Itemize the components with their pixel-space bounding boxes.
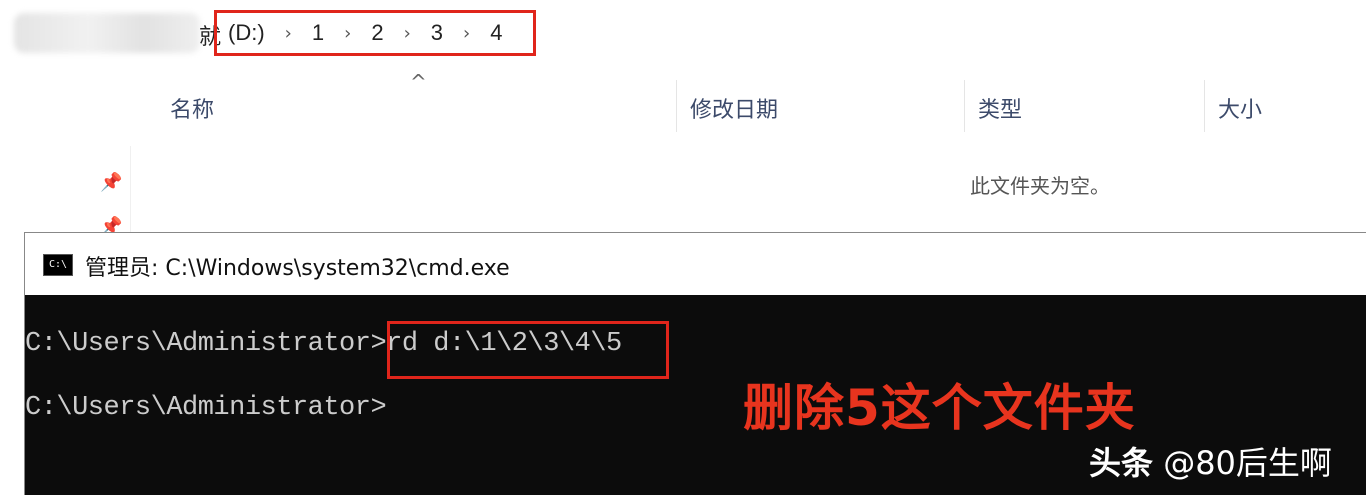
column-header-name[interactable]: 名称 (170, 92, 214, 124)
sort-up-icon: ^ (410, 70, 427, 94)
column-header-size[interactable]: 大小 (1218, 92, 1262, 124)
console-prompt: C:\Users\Administrator> (25, 393, 387, 423)
blurred-path-segment (14, 13, 200, 53)
column-divider[interactable] (964, 80, 965, 132)
column-divider[interactable] (676, 80, 677, 132)
cmd-window[interactable]: C:\ 管理员: C:\Windows\system32\cmd.exe C:\… (24, 232, 1366, 495)
cmd-title-bar[interactable]: C:\ 管理员: C:\Windows\system32\cmd.exe (25, 233, 1366, 295)
address-bar[interactable]: 就 (D:) › 1 › 2 › 3 › 4 (0, 0, 1366, 67)
watermark-handle: @80后生啊 (1163, 444, 1332, 482)
pin-icon[interactable]: 📌 (100, 172, 122, 193)
empty-folder-message: 此文件夹为空。 (970, 174, 1110, 198)
cmd-title: 管理员: C:\Windows\system32\cmd.exe (85, 256, 510, 281)
navigation-pane: 📌 📌 (0, 66, 131, 237)
column-header-type[interactable]: 类型 (978, 92, 1022, 124)
watermark: 头条 @80后生啊 (1089, 438, 1332, 484)
column-divider[interactable] (1204, 80, 1205, 132)
annotation-text: 删除5这个文件夹 (743, 379, 1136, 437)
watermark-brand: 头条 (1089, 444, 1154, 482)
console-line-2: C:\Users\Administrator> (25, 393, 387, 423)
highlight-box-command (387, 321, 669, 379)
column-header-date-modified[interactable]: 修改日期 (690, 92, 778, 124)
cmd-icon: C:\ (43, 254, 73, 276)
console-prompt: C:\Users\Administrator> (25, 329, 387, 359)
highlight-box-address (214, 10, 536, 56)
